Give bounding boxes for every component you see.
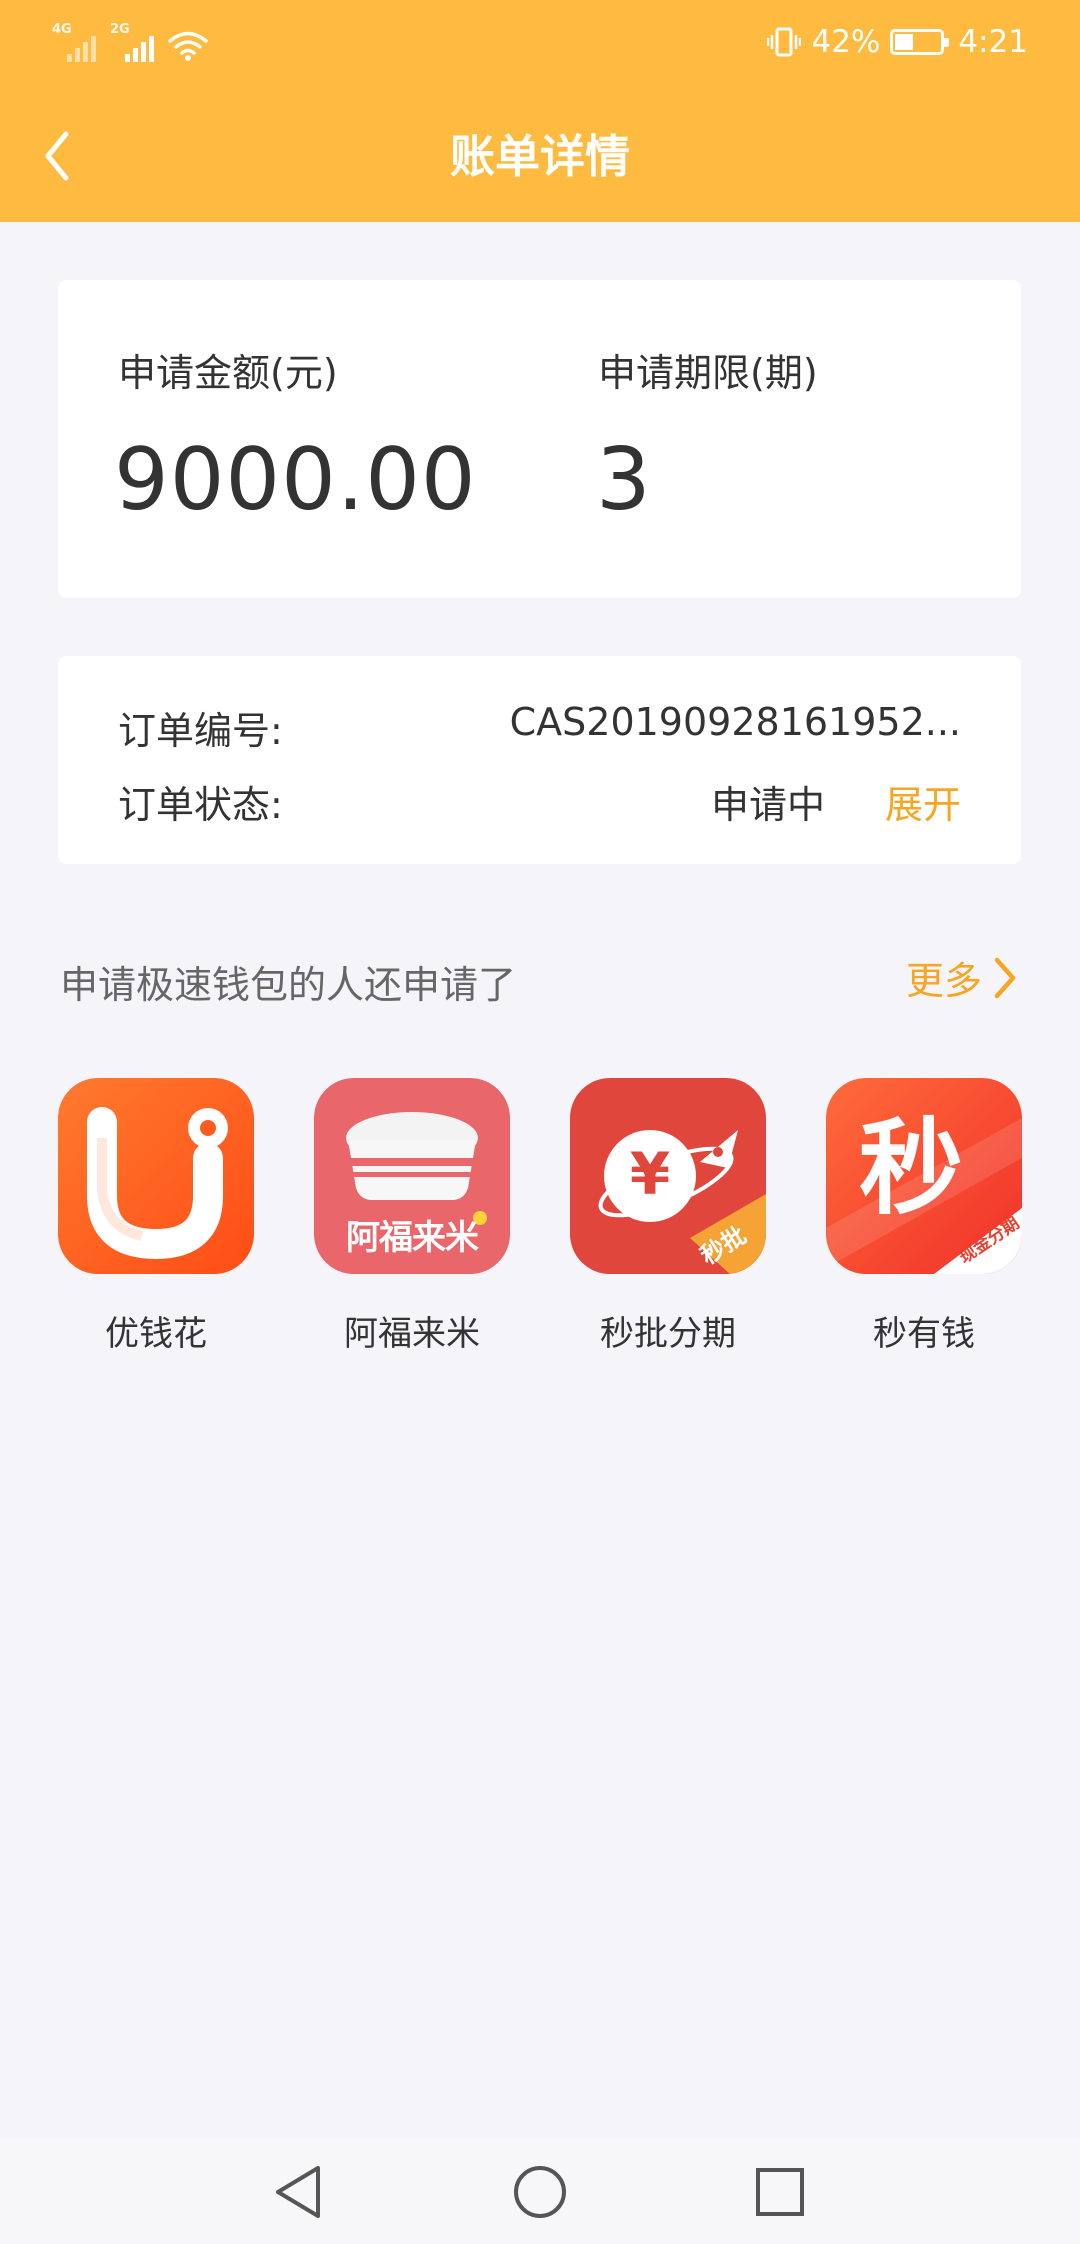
expand-button[interactable]: 展开 (885, 774, 961, 829)
order-number-label: 订单编号: (118, 709, 283, 753)
miaoyouqian-logo-icon: 秒 现金分期 (826, 1078, 1022, 1274)
battery-percent: 42% (811, 24, 881, 60)
page-title: 账单详情 (449, 130, 630, 183)
amount-value: 9000.00 (114, 430, 477, 530)
term-label: 申请期限(期) (598, 351, 818, 395)
order-number-value: CAS20190928161952... (509, 700, 961, 744)
wifi-icon (168, 31, 208, 61)
summary-card: 申请金额(元) 9000.00 申请期限(期) 3 (58, 280, 1021, 598)
network-2-label: 2G (110, 22, 130, 37)
more-link[interactable]: 更多 (906, 950, 1018, 1005)
clock: 4:21 (958, 24, 1028, 60)
order-status-label: 订单状态: (118, 783, 283, 827)
battery-icon (890, 29, 950, 55)
miaoyouqian-icon-text: 秒 (858, 1107, 963, 1229)
network-indicators: 4G 2G (52, 22, 208, 62)
chevron-right-icon (994, 957, 1016, 998)
nav-back-icon[interactable] (260, 2152, 340, 2232)
nav-recents-icon[interactable] (740, 2152, 820, 2232)
more-label: 更多 (905, 959, 982, 1003)
signal-2g-icon: 2G (110, 22, 154, 62)
nav-home-icon[interactable] (500, 2152, 580, 2232)
youqianhua-logo-icon (58, 1078, 254, 1274)
afulaimi-icon-text: 阿福来米 (346, 1218, 479, 1258)
term-value: 3 (596, 430, 652, 530)
order-status-value: 申请中 (710, 783, 825, 827)
app-name: 优钱花 (105, 1314, 207, 1354)
app-name: 秒批分期 (600, 1314, 736, 1354)
status-right: 42% 4:21 (767, 24, 1028, 60)
network-1-label: 4G (52, 22, 72, 37)
afulaimi-logo-icon: 阿福来米 (314, 1078, 510, 1274)
miaopi-logo-icon: ¥ 秒批 (570, 1078, 766, 1274)
amount-label: 申请金额(元) (118, 351, 338, 395)
recommend-title: 申请极速钱包的人还申请了 (60, 963, 517, 1007)
app-name: 阿福来米 (344, 1314, 480, 1354)
order-card: 订单编号: CAS20190928161952... 订单状态: 申请中 展开 (58, 656, 1021, 864)
recommended-apps: 优钱花 阿福来米 阿福来米 ¥ 秒批 秒批分期 秒 现金分期 秒有钱 (58, 1078, 1022, 1358)
miaopi-icon-symbol: ¥ (629, 1140, 671, 1208)
app-name: 秒有钱 (873, 1314, 975, 1354)
status-bar: 4G 2G 42% 4:21 (0, 0, 1080, 96)
signal-4g-icon: 4G (52, 22, 96, 62)
app-header: 4G 2G 42% 4:21 账单详情 (0, 0, 1080, 222)
vibrate-icon (767, 27, 802, 57)
system-navigation-bar (0, 2138, 1080, 2244)
